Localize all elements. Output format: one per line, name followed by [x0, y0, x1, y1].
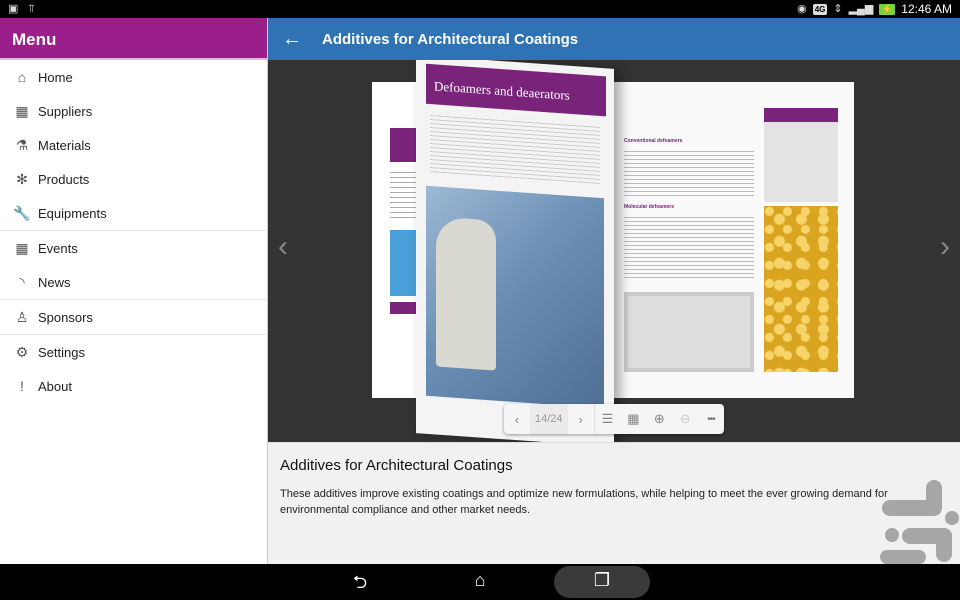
sidebar-item-news[interactable]: ◝ News: [0, 265, 267, 299]
text-block: [624, 148, 754, 196]
sidebar-item-label: Suppliers: [38, 103, 93, 119]
sidebar-item-sponsors[interactable]: ♙ Sponsors: [0, 300, 267, 334]
page-heading-banner: Defoamers and deaerators: [426, 63, 606, 117]
description-text: These additives improve existing coating…: [280, 488, 888, 516]
exclamation-icon: !: [20, 378, 24, 394]
hotspot-icon: ◉: [797, 3, 807, 15]
signal-icon: ▂▄▆: [848, 3, 874, 15]
clock: 12:46 AM: [901, 2, 952, 16]
building-icon: ▦: [15, 102, 29, 119]
section-heading: Conventional defoamers: [624, 138, 683, 144]
flipbook-viewer[interactable]: Conventional defoamers Molecular defoame…: [268, 60, 960, 442]
zoom-out-icon: ⊖: [679, 411, 691, 426]
toolbar-next-button[interactable]: ›: [568, 412, 594, 427]
status-bar: ▣ ⫪ ◉ 4G ⇕ ▂▄▆ ⚡ 12:46 AM: [0, 0, 960, 18]
gear-icon: ⚙: [15, 343, 29, 360]
app-bar: ← Additives for Architectural Coatings: [268, 18, 960, 60]
home-outline-icon: ⌂: [474, 570, 486, 590]
sidebar-item-settings[interactable]: ⚙ Settings: [0, 335, 267, 369]
usb-icon: ⫪: [28, 3, 35, 15]
back-icon: ⮌: [352, 572, 368, 592]
zoom-in-button[interactable]: ⊕: [646, 411, 672, 427]
droplets-image: [764, 206, 838, 372]
sidebar-item-label: Products: [38, 171, 90, 187]
arrow-left-icon: ←: [282, 27, 302, 50]
nav-group: ♙ Sponsors: [0, 300, 267, 335]
sidebar-item-equipments[interactable]: 🔧 Equipments: [0, 196, 267, 230]
more-horizontal-icon: •••: [707, 413, 715, 425]
gallery-icon: ▣: [8, 3, 19, 15]
sidebar-item-label: Settings: [38, 344, 85, 360]
sidebar-item-label: About: [38, 378, 72, 394]
turning-page[interactable]: Defoamers and deaerators: [416, 60, 614, 442]
sidebar-item-home[interactable]: ⌂ Home: [0, 60, 267, 94]
toolbar-prev-button[interactable]: ‹: [504, 412, 530, 427]
sidebar-item-about[interactable]: ! About: [0, 369, 267, 403]
flask-icon: ⚗: [15, 136, 29, 153]
text-block: [390, 168, 416, 220]
more-options-button[interactable]: •••: [698, 414, 724, 425]
next-page-arrow[interactable]: ›: [940, 230, 950, 264]
award-icon: ♙: [15, 308, 29, 325]
sidebar-item-events[interactable]: ▦ Events: [0, 231, 267, 265]
sidebar-item-label: Home: [38, 69, 73, 85]
person-figure: [436, 216, 496, 371]
info-box: [764, 122, 838, 202]
navigation-drawer: Menu ⌂ Home ▦ Suppliers ⚗ Materials ✻ Products 🔧…: [0, 18, 268, 564]
zoom-in-icon: ⊕: [653, 411, 665, 426]
page-indicator[interactable]: 14/24: [529, 404, 568, 434]
system-navigation-bar: ⮌ ⌂ ❐: [0, 564, 960, 600]
description-title: Additives for Architectural Coatings: [280, 457, 513, 474]
calendar-icon: ▦: [15, 239, 29, 256]
sidebar-item-label: Sponsors: [38, 309, 93, 325]
home-icon: ⌂: [17, 69, 27, 85]
sidebar-item-label: News: [38, 274, 71, 290]
main-content: ← Additives for Architectural Coatings C…: [268, 18, 960, 564]
zoom-out-button[interactable]: ⊖: [672, 411, 698, 427]
products-icon: ✻: [16, 170, 28, 187]
sidebar-item-label: Events: [38, 240, 78, 256]
wrench-icon: 🔧: [13, 204, 31, 221]
sidebar-item-label: Equipments: [38, 205, 107, 221]
sidebar-item-products[interactable]: ✻ Products: [0, 162, 267, 196]
nav-list: ⌂ Home ▦ Suppliers ⚗ Materials ✻ Products 🔧 Equip…: [0, 60, 267, 403]
section-heading: Molecular defoamers: [624, 204, 675, 210]
brochure-page-right: Conventional defoamers Molecular defoame…: [612, 82, 854, 398]
previous-page-arrow[interactable]: ‹: [278, 230, 288, 264]
nav-group: ⌂ Home ▦ Suppliers ⚗ Materials ✻ Products 🔧 Equip…: [0, 60, 267, 231]
painter-photo: [426, 185, 604, 409]
recents-icon: ❐: [593, 570, 611, 590]
text-block: [430, 112, 600, 184]
text-block: [624, 214, 754, 280]
grid-icon: ▦: [627, 411, 640, 426]
system-back-button[interactable]: ⮌: [340, 570, 380, 600]
viewer-toolbar: ‹ 14/24 › ☰ ▦ ⊕ ⊖ •••: [504, 404, 724, 434]
nav-group: ⚙ Settings! About: [0, 335, 267, 403]
callout-box: [390, 128, 416, 162]
system-recents-button[interactable]: ❐: [582, 570, 622, 591]
thumbnails-button[interactable]: ▦: [620, 411, 646, 427]
chevron-left-icon: ‹: [514, 411, 520, 427]
table-of-contents-button[interactable]: ☰: [595, 411, 621, 427]
chevron-right-icon: ›: [578, 411, 583, 427]
nav-group: ▦ Events ◝ News: [0, 231, 267, 300]
network-type-badge: 4G: [812, 3, 828, 15]
sidebar-item-label: Materials: [38, 137, 91, 153]
comparison-figure: [624, 292, 754, 372]
drawer-title: Menu: [0, 18, 267, 60]
battery-charging-icon: ⚡: [879, 3, 896, 15]
page-title: Additives for Architectural Coatings: [322, 30, 579, 48]
description-panel: Additives for Architectural Coatings The…: [268, 442, 960, 564]
sidebar-item-suppliers[interactable]: ▦ Suppliers: [0, 94, 267, 128]
sidebar-item-materials[interactable]: ⚗ Materials: [0, 128, 267, 162]
back-button[interactable]: ←: [268, 28, 316, 51]
list-icon: ☰: [601, 411, 614, 426]
data-arrows-icon: ⇕: [833, 3, 843, 15]
system-home-button[interactable]: ⌂: [460, 570, 500, 591]
callout-banner: [764, 108, 838, 122]
product-image: [390, 230, 416, 296]
callout-box: [390, 302, 416, 314]
rss-icon: ◝: [19, 273, 25, 290]
